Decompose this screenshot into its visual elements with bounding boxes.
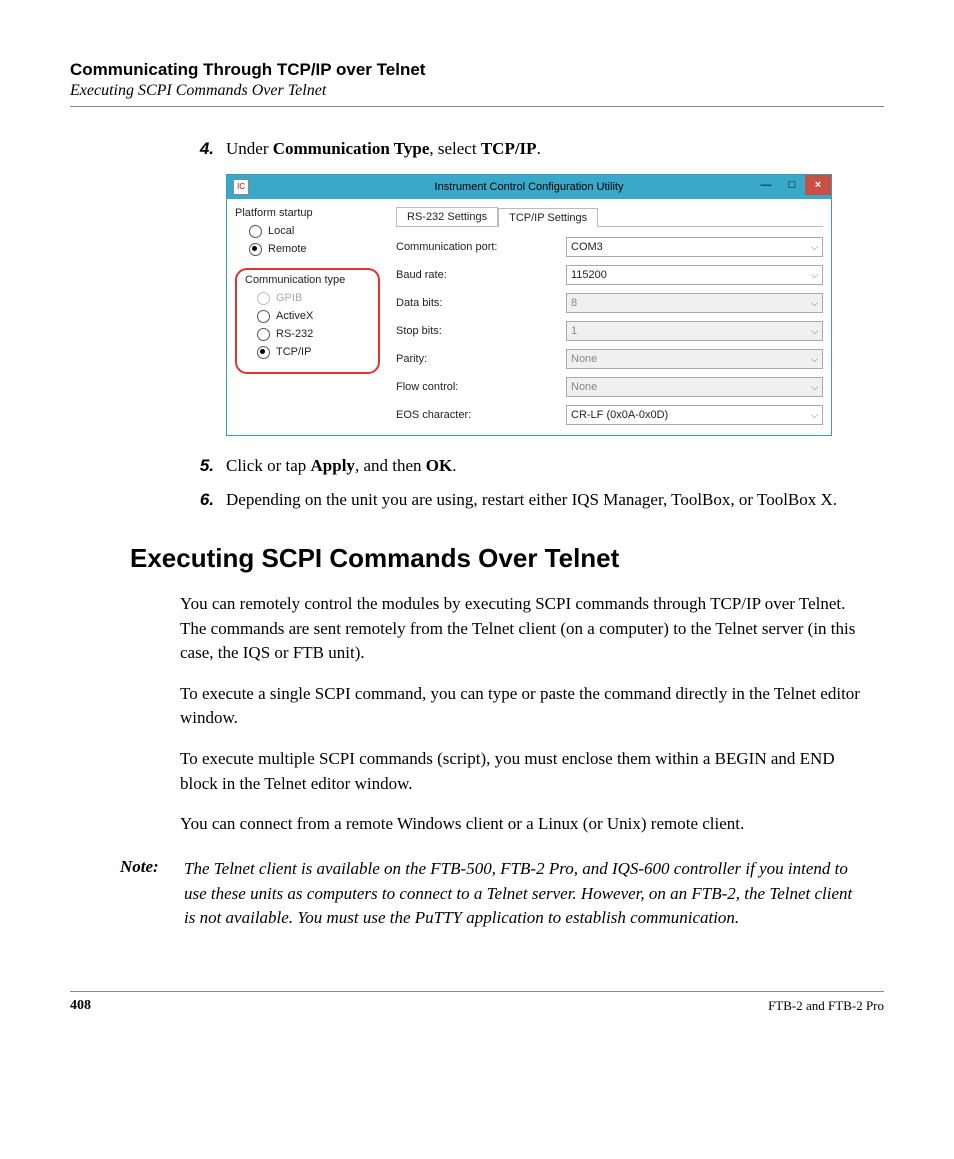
step-4-text: Under Communication Type, select TCP/IP. (226, 137, 864, 162)
parity-label: Parity: (396, 353, 566, 365)
flow-control-label: Flow control: (396, 381, 566, 393)
section-heading: Executing SCPI Commands Over Telnet (130, 543, 864, 574)
radio-icon (257, 310, 270, 323)
radio-local[interactable]: Local (249, 225, 380, 238)
radio-tcpip[interactable]: TCP/IP (257, 346, 372, 359)
radio-gpib: GPIB (257, 292, 372, 305)
radio-activex[interactable]: ActiveX (257, 310, 372, 323)
radio-rs232[interactable]: RS-232 (257, 328, 372, 341)
stop-bits-label: Stop bits: (396, 325, 566, 337)
radio-icon (249, 225, 262, 238)
data-bits-select: 8 (566, 293, 823, 313)
paragraph-2: To execute a single SCPI command, you ca… (180, 682, 864, 731)
flow-control-select: None (566, 377, 823, 397)
config-utility-window: IC Instrument Control Configuration Util… (226, 174, 832, 436)
eos-char-label: EOS character: (396, 409, 566, 421)
step-number-6: 6. (180, 488, 226, 513)
window-titlebar[interactable]: IC Instrument Control Configuration Util… (227, 175, 831, 199)
minimize-button[interactable]: — (753, 175, 779, 195)
page-number: 408 (70, 998, 91, 1014)
data-bits-label: Data bits: (396, 297, 566, 309)
settings-tabs: RS-232 Settings TCP/IP Settings (396, 207, 823, 227)
step-6-text: Depending on the unit you are using, res… (226, 488, 864, 513)
footer-product: FTB-2 and FTB-2 Pro (768, 998, 884, 1014)
comm-port-label: Communication port: (396, 241, 566, 253)
step-5-text: Click or tap Apply, and then OK. (226, 454, 864, 479)
radio-icon (249, 243, 262, 256)
stop-bits-select: 1 (566, 321, 823, 341)
baud-rate-select[interactable]: 115200 (566, 265, 823, 285)
baud-rate-label: Baud rate: (396, 269, 566, 281)
step-number-4: 4. (180, 137, 226, 162)
header-rule (70, 106, 884, 107)
note-block: Note: The Telnet client is available on … (120, 857, 864, 931)
paragraph-3: To execute multiple SCPI commands (scrip… (180, 747, 864, 796)
tab-rs232[interactable]: RS-232 Settings (396, 207, 498, 226)
eos-char-select[interactable]: CR-LF (0x0A-0x0D) (566, 405, 823, 425)
radio-icon (257, 346, 270, 359)
note-text: The Telnet client is available on the FT… (184, 857, 864, 931)
comm-port-select[interactable]: COM3 (566, 237, 823, 257)
note-label: Note: (120, 857, 184, 931)
page-footer: 408 FTB-2 and FTB-2 Pro (70, 991, 884, 1014)
communication-type-label: Communication type (245, 274, 372, 286)
chapter-subtitle: Executing SCPI Commands Over Telnet (70, 82, 884, 100)
radio-remote[interactable]: Remote (249, 243, 380, 256)
window-title: Instrument Control Configuration Utility (227, 181, 831, 193)
paragraph-4: You can connect from a remote Windows cl… (180, 812, 864, 837)
close-button[interactable]: × (805, 175, 831, 195)
maximize-button[interactable]: □ (779, 175, 805, 195)
paragraph-1: You can remotely control the modules by … (180, 592, 864, 666)
step-number-5: 5. (180, 454, 226, 479)
chapter-title: Communicating Through TCP/IP over Telnet (70, 60, 884, 80)
communication-type-highlight: Communication type GPIB ActiveX RS-232 (235, 268, 380, 374)
tab-tcpip[interactable]: TCP/IP Settings (498, 208, 598, 227)
platform-startup-label: Platform startup (235, 207, 380, 219)
radio-icon (257, 292, 270, 305)
window-app-icon: IC (233, 179, 249, 195)
parity-select: None (566, 349, 823, 369)
radio-icon (257, 328, 270, 341)
